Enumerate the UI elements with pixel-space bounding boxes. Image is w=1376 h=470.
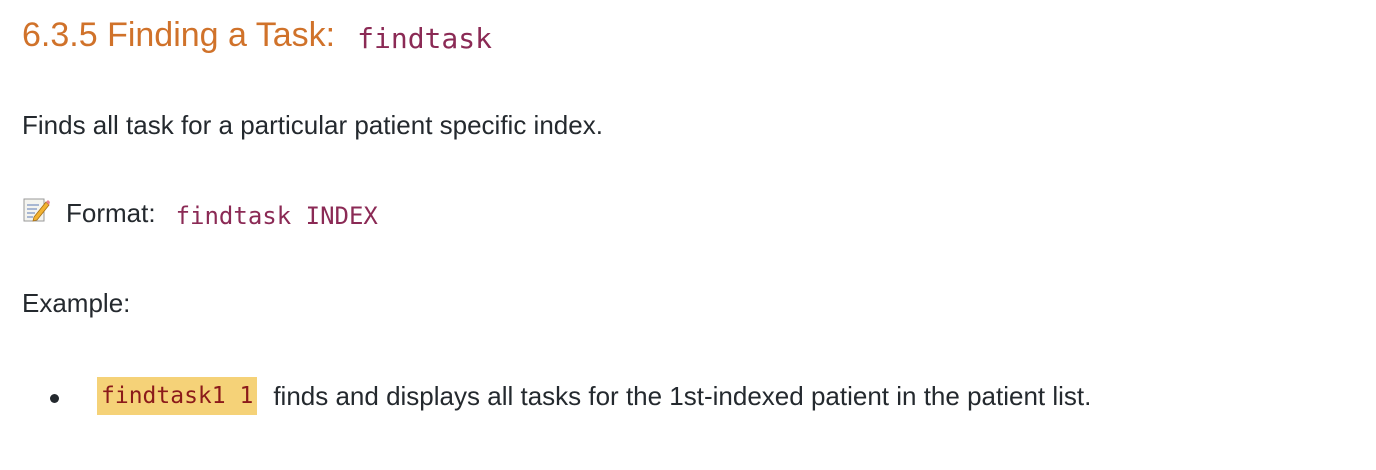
bullet-icon xyxy=(50,393,59,403)
memo-icon xyxy=(22,195,50,223)
section-heading-title: 6.3.5 Finding a Task: xyxy=(22,15,336,54)
document-page: 6.3.5 Finding a Task: findtask Finds all… xyxy=(0,0,1376,470)
format-label: Format: xyxy=(66,198,156,228)
format-command: findtask INDEX xyxy=(175,202,378,230)
example-command: findtask1 1 xyxy=(97,377,258,415)
example-list-item: findtask1 1 finds and displays all tasks… xyxy=(50,376,1091,416)
example-label: Example: xyxy=(22,288,131,318)
format-line: Format: findtask INDEX xyxy=(22,196,378,230)
example-explanation: finds and displays all tasks for the 1st… xyxy=(273,380,1092,411)
section-heading: 6.3.5 Finding a Task: findtask xyxy=(22,10,492,60)
section-heading-command: findtask xyxy=(357,21,492,55)
command-description: Finds all task for a particular patient … xyxy=(22,110,603,140)
